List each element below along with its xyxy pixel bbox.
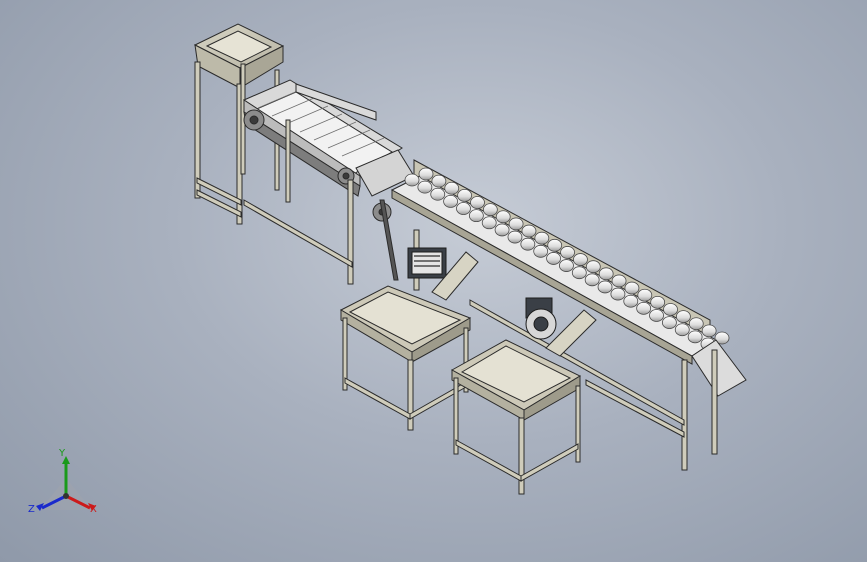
roller	[573, 253, 588, 266]
roller	[559, 259, 574, 272]
roller	[623, 294, 639, 308]
roller	[611, 274, 627, 288]
roller	[597, 280, 613, 294]
roller	[661, 316, 677, 330]
motor-1	[407, 247, 447, 279]
roller	[687, 330, 703, 344]
roller	[650, 295, 666, 309]
hopper-stand	[194, 61, 280, 225]
triad-axes-icon	[36, 456, 96, 511]
roller	[637, 288, 653, 302]
conveyor-assembly-view	[193, 23, 747, 495]
roller	[663, 303, 678, 316]
roller	[546, 252, 561, 265]
roller	[533, 244, 549, 258]
roller	[418, 167, 434, 181]
roller	[443, 194, 459, 208]
collection-bin-1	[339, 285, 472, 431]
roller	[470, 196, 485, 209]
roller	[468, 209, 484, 223]
coordinate-triad: Y X Z	[26, 448, 106, 528]
roller	[584, 273, 600, 287]
roller	[430, 187, 446, 201]
roller	[456, 202, 471, 215]
roller	[610, 287, 626, 301]
roller	[508, 217, 524, 231]
roller	[636, 301, 652, 315]
feed-hopper	[193, 23, 285, 89]
roller	[521, 224, 537, 238]
roller	[547, 238, 563, 252]
roller	[481, 216, 497, 230]
roller	[404, 173, 420, 187]
roller	[507, 230, 523, 244]
roller	[701, 324, 717, 338]
collection-bin-2	[450, 339, 582, 495]
roller	[674, 323, 690, 337]
roller	[444, 181, 460, 195]
roller	[494, 223, 510, 237]
roller	[598, 267, 614, 281]
roller	[417, 180, 433, 194]
motor-2	[525, 297, 557, 340]
roller	[534, 231, 550, 245]
roller	[495, 210, 511, 224]
roller	[560, 246, 575, 259]
roller	[457, 188, 473, 202]
roller	[649, 309, 664, 322]
roller	[688, 317, 704, 331]
roller	[675, 310, 691, 324]
roller	[520, 237, 536, 251]
transfer-chute	[355, 149, 415, 281]
roller	[624, 281, 640, 295]
x-axis-label: X	[90, 504, 97, 515]
roller	[431, 174, 447, 188]
y-axis-label: Y	[59, 448, 66, 459]
roller	[585, 260, 601, 274]
z-axis-label: Z	[28, 504, 35, 515]
roller	[571, 266, 587, 280]
roller	[482, 203, 498, 217]
